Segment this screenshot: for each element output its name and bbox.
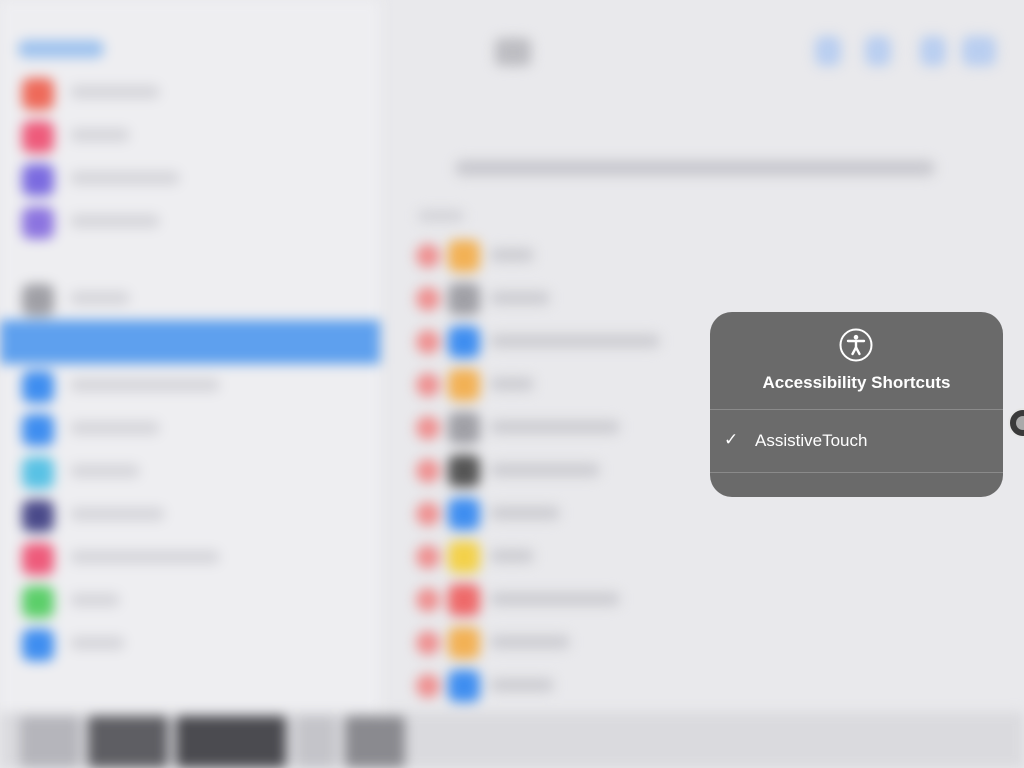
sidebar-item: .: [20, 284, 360, 316]
sidebar-item: .: [20, 500, 360, 532]
accessibility-icon: [839, 328, 873, 362]
sidebar-item: .: [20, 121, 360, 153]
nav-title: [495, 38, 531, 66]
sidebar-item: .: [20, 586, 360, 618]
toolbar-button: [865, 36, 891, 66]
sidebar-item: .: [20, 457, 360, 489]
option-assistivetouch[interactable]: ✓ AssistiveTouch: [710, 410, 1003, 472]
control-row: [410, 238, 990, 274]
checkmark-icon: ✓: [724, 430, 739, 449]
sidebar-item: .: [20, 371, 360, 403]
control-row: [410, 539, 990, 575]
sidebar-item: .: [20, 629, 360, 661]
control-row: [410, 625, 990, 661]
sidebar-item: .: [20, 78, 360, 110]
divider: [710, 472, 1003, 473]
settings-sidebar: . . . . . . . . . . . .: [0, 0, 380, 768]
toolbar-button: [962, 36, 996, 66]
sidebar-item: .: [20, 207, 360, 239]
sidebar-selected-row: [0, 320, 380, 364]
accessibility-shortcuts-popup: Accessibility Shortcuts ✓ AssistiveTouch: [710, 312, 1003, 497]
sidebar-item: .: [20, 543, 360, 575]
control-row: [410, 668, 990, 704]
sidebar-item: .: [20, 414, 360, 446]
toolbar-button: [920, 36, 946, 66]
popup-title: Accessibility Shortcuts: [762, 373, 951, 392]
back-button: [18, 40, 104, 58]
toolbar-button: [815, 36, 841, 66]
sidebar-item: .: [20, 164, 360, 196]
app-switcher-strip: [0, 712, 1024, 768]
option-label: AssistiveTouch: [755, 431, 868, 450]
control-row: [410, 582, 990, 618]
section-header: [418, 210, 464, 222]
main-description: [455, 160, 935, 176]
control-row: [410, 496, 990, 532]
popup-header: Accessibility Shortcuts: [710, 312, 1003, 409]
